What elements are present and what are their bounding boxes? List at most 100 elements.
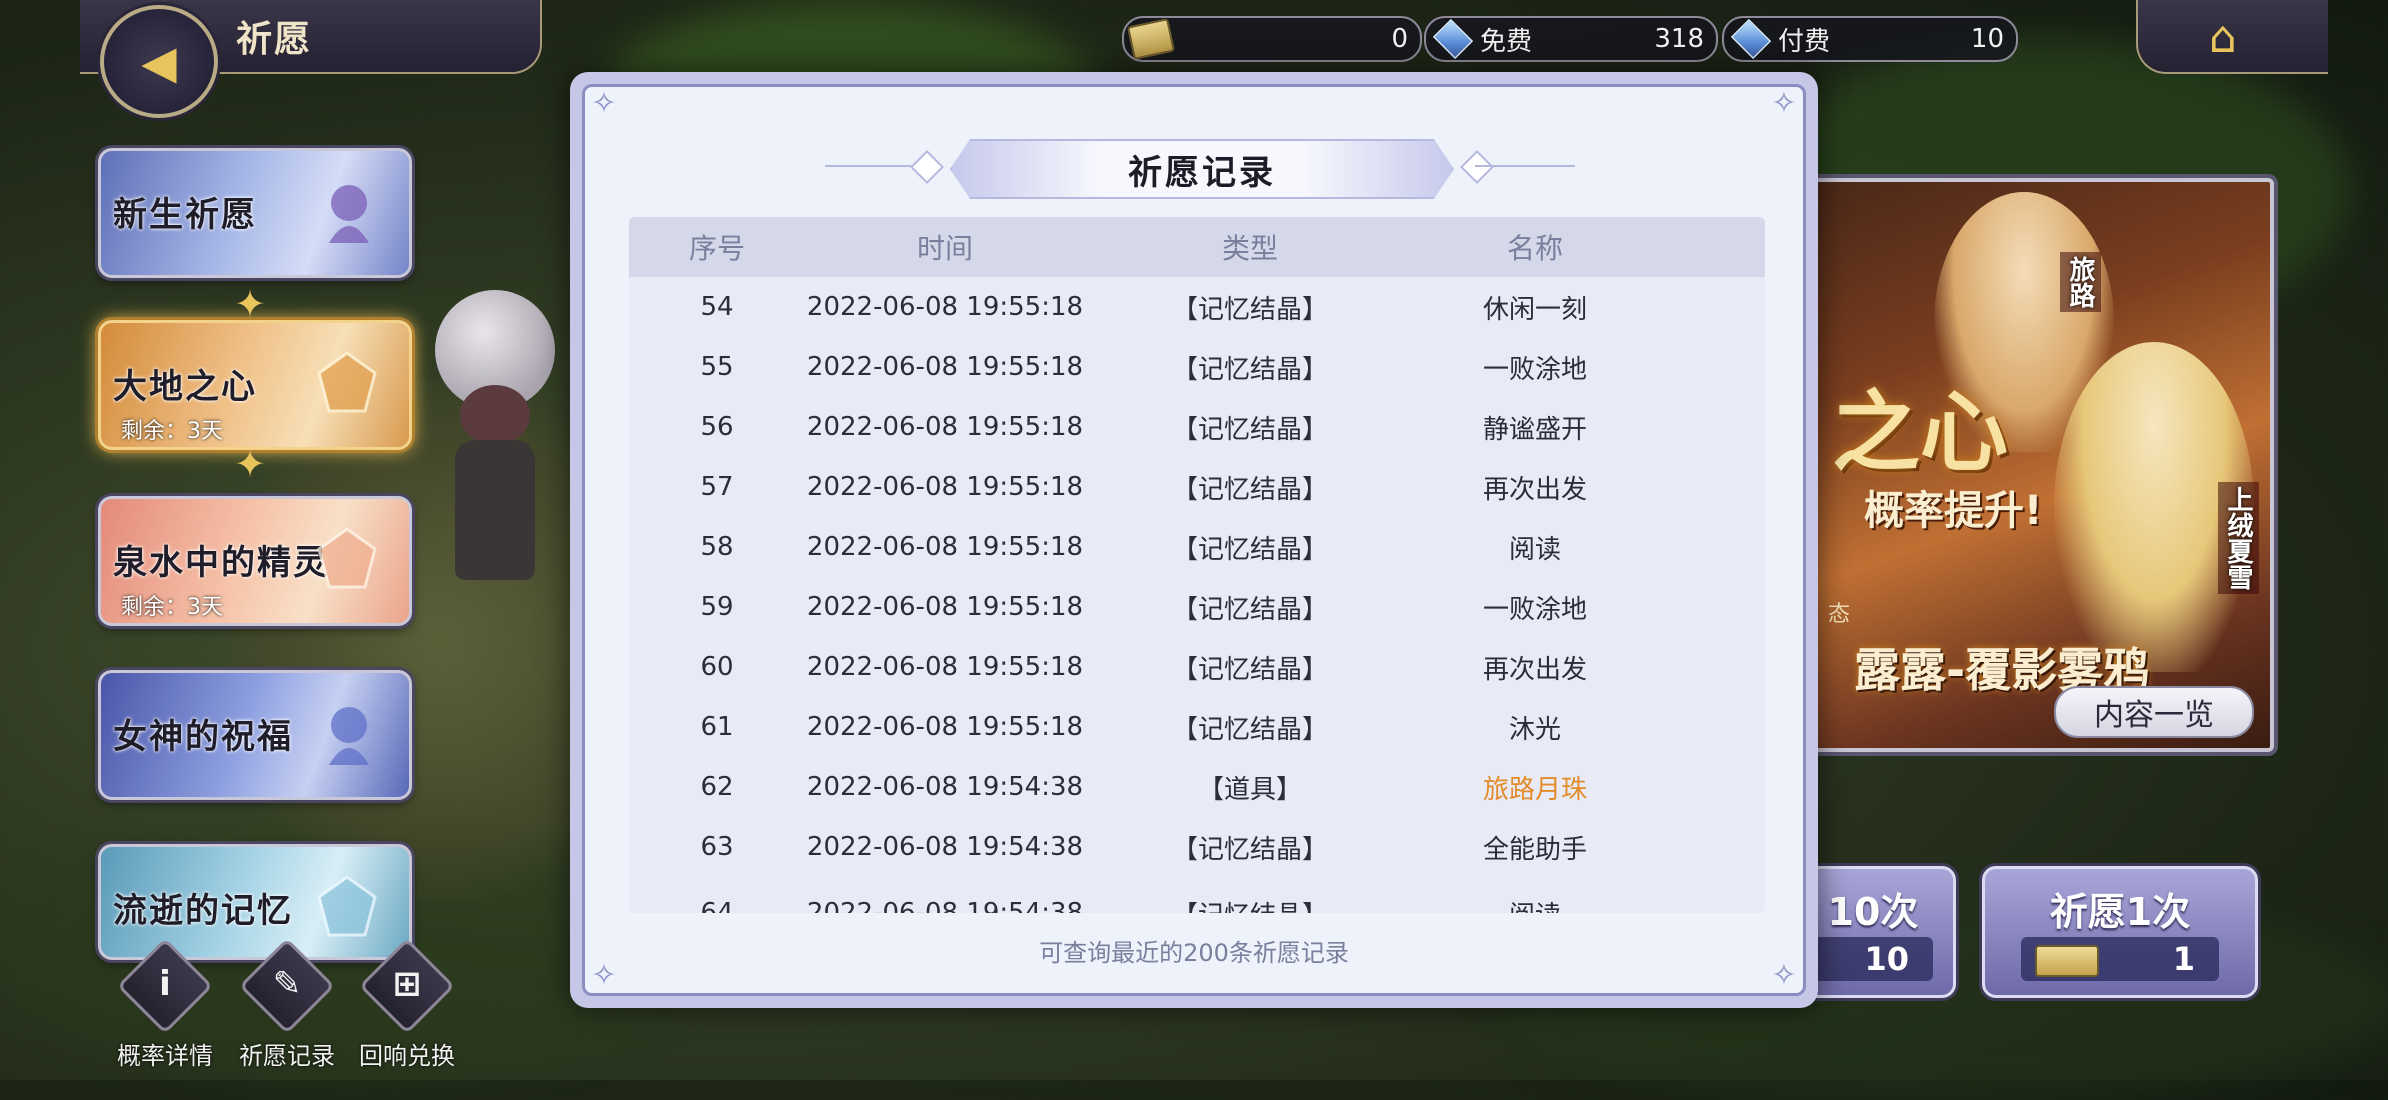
cell-time: 2022-06-08 19:55:18: [806, 412, 1084, 442]
table-row: 61 2022-06-08 19:55:18 【记忆结晶】 沐光: [629, 697, 1765, 757]
dialog-title: 祈愿记录: [1128, 152, 1276, 193]
banner-spring-spirit[interactable]: 泉水中的精灵 剩余：3天: [98, 496, 412, 626]
cell-time: 2022-06-08 19:55:18: [806, 592, 1084, 622]
record-icon: ✎: [272, 964, 302, 1004]
banner-name: 女神的祝福: [113, 717, 293, 757]
promo-small-text: 态: [1828, 602, 1851, 627]
table-body[interactable]: 54 2022-06-08 19:55:18 【记忆结晶】 休闲一刻 55 20…: [629, 277, 1765, 913]
cell-no: 57: [700, 472, 734, 502]
cell-name: 一败涂地: [1482, 594, 1587, 625]
gem-icon: [1730, 18, 1772, 60]
title-ornament-icon: [1460, 150, 1494, 184]
button-label: 概率详情: [117, 1042, 213, 1070]
banner-name: 新生祈愿: [113, 195, 257, 235]
cell-type: 【记忆结晶】: [1171, 834, 1328, 865]
cell-name: 阅读: [1508, 534, 1561, 565]
pray-cost: 10: [1803, 937, 1933, 981]
character-name-tag: 上绒夏雪: [2218, 482, 2259, 594]
pray-button-label: 祈愿1次: [2049, 890, 2191, 934]
record-table[interactable]: 序号 时间 类型 名称 54 2022-06-08 19:55:18 【记忆结晶…: [629, 217, 1765, 913]
cell-name: 全能助手: [1482, 834, 1587, 865]
ornament-icon: ✦: [234, 442, 266, 486]
crystal-icon: [317, 875, 377, 937]
player-character: [420, 290, 570, 590]
cell-name: 休闲一刻: [1482, 294, 1587, 325]
cell-no: 60: [700, 652, 734, 682]
pray-cost: 1: [2021, 937, 2219, 981]
cost-value: 10: [1864, 940, 1909, 978]
gift-icon: ⊞: [392, 964, 422, 1004]
corner-ornament-icon: ✧: [1771, 86, 1797, 121]
dialog-body: ✧ ✧ ✧ ✧ 祈愿记录 序号 时间 类型 名称 54 2022-06-08 1…: [582, 84, 1806, 996]
cell-time: 2022-06-08 19:54:38: [806, 772, 1084, 802]
ticket-icon: [2035, 945, 2099, 977]
info-icon: i: [159, 964, 171, 1004]
currency-value: 0: [1391, 24, 1408, 54]
banner-name: 流逝的记忆: [113, 891, 293, 931]
currency-ticket[interactable]: 0: [1122, 16, 1422, 62]
banner-name: 泉水中的精灵: [113, 543, 329, 583]
cell-name: 一败涂地: [1482, 354, 1587, 385]
banner-remaining: 剩余：3天: [121, 595, 223, 620]
crystal-icon: [317, 527, 377, 589]
currency-free-gem[interactable]: 免费 318: [1424, 16, 1718, 62]
wish-record-button[interactable]: ✎ 祈愿记录: [232, 937, 342, 1071]
cell-time: 2022-06-08 19:55:18: [806, 712, 1084, 742]
title-ornament-icon: [910, 150, 944, 184]
currency-paid-gem[interactable]: 付费 10: [1722, 16, 2018, 62]
content-list-button[interactable]: 内容一览: [2054, 686, 2254, 738]
cell-type: 【记忆结晶】: [1171, 294, 1328, 325]
cell-no: 64: [700, 898, 734, 913]
banner-earth-heart[interactable]: 大地之心 剩余：3天: [98, 320, 412, 450]
banner-newbie[interactable]: 新生祈愿: [98, 148, 412, 278]
gem-icon: [1432, 18, 1474, 60]
table-row: 55 2022-06-08 19:55:18 【记忆结晶】 一败涂地: [629, 337, 1765, 397]
probability-details-button[interactable]: i 概率详情: [110, 937, 220, 1071]
back-button[interactable]: ◀: [100, 5, 218, 118]
banner-lost-memory[interactable]: 流逝的记忆: [98, 844, 412, 960]
cell-type: 【记忆结晶】: [1171, 354, 1328, 385]
promo-subtitle: 概率提升!: [1864, 488, 2043, 534]
echo-exchange-button[interactable]: ⊞ 回响兑换: [352, 937, 462, 1071]
cell-no: 61: [700, 712, 734, 742]
corner-ornament-icon: ✧: [591, 86, 617, 121]
banner-promo-art: 之心 概率提升! 旅路 上绒夏雪 态 露露-覆影雾鸦 内容一览: [1810, 178, 2274, 752]
table-row: 54 2022-06-08 19:55:18 【记忆结晶】 休闲一刻: [629, 277, 1765, 337]
silhouette-icon: [329, 185, 369, 243]
currency-label: 免费: [1480, 26, 1533, 57]
cell-no: 54: [700, 292, 734, 322]
silhouette-icon: [329, 707, 369, 765]
crystal-icon: [317, 351, 377, 413]
cell-no: 56: [700, 412, 734, 442]
cell-name: 再次出发: [1482, 474, 1587, 505]
cell-no: 63: [700, 832, 734, 862]
banner-goddess-blessing[interactable]: 女神的祝福: [98, 670, 412, 800]
currency-label: 付费: [1778, 26, 1831, 57]
cell-name: 阅读: [1415, 895, 1655, 914]
home-button[interactable]: ⌂: [2193, 12, 2253, 63]
page-title: 祈愿: [236, 19, 313, 60]
pray-1-button[interactable]: 祈愿1次 1: [1982, 866, 2258, 998]
column-header: 序号: [688, 232, 745, 265]
cell-no: 62: [700, 772, 734, 802]
cell-no: 58: [700, 532, 734, 562]
cell-type: 【记忆结晶】: [1171, 414, 1328, 445]
table-row: 58 2022-06-08 19:55:18 【记忆结晶】 阅读: [629, 517, 1765, 577]
back-arrow-icon: ◀: [141, 34, 177, 89]
ticket-icon: [1126, 18, 1176, 60]
cell-time: 2022-06-08 19:55:18: [806, 472, 1084, 502]
cell-time: 2022-06-08 19:55:18: [806, 532, 1084, 562]
cell-name: 静谧盛开: [1482, 414, 1587, 445]
column-header: 类型: [1221, 232, 1278, 265]
column-header: 名称: [1506, 232, 1563, 265]
cell-time: 2022-06-08 19:54:38: [806, 898, 1084, 913]
cell-type: 【记忆结晶】: [1171, 654, 1328, 685]
cell-type: 【记忆结晶】: [1171, 594, 1328, 625]
title-divider: [1475, 165, 1575, 167]
table-row: 59 2022-06-08 19:55:18 【记忆结晶】 一败涂地: [629, 577, 1765, 637]
currency-value: 318: [1654, 24, 1704, 54]
cell-time: 2022-06-08 19:55:18: [806, 292, 1084, 322]
button-label: 祈愿记录: [239, 1042, 335, 1070]
table-row: 63 2022-06-08 19:54:38 【记忆结晶】 全能助手: [629, 817, 1765, 877]
character-name-tag: 旅路: [2060, 252, 2101, 312]
